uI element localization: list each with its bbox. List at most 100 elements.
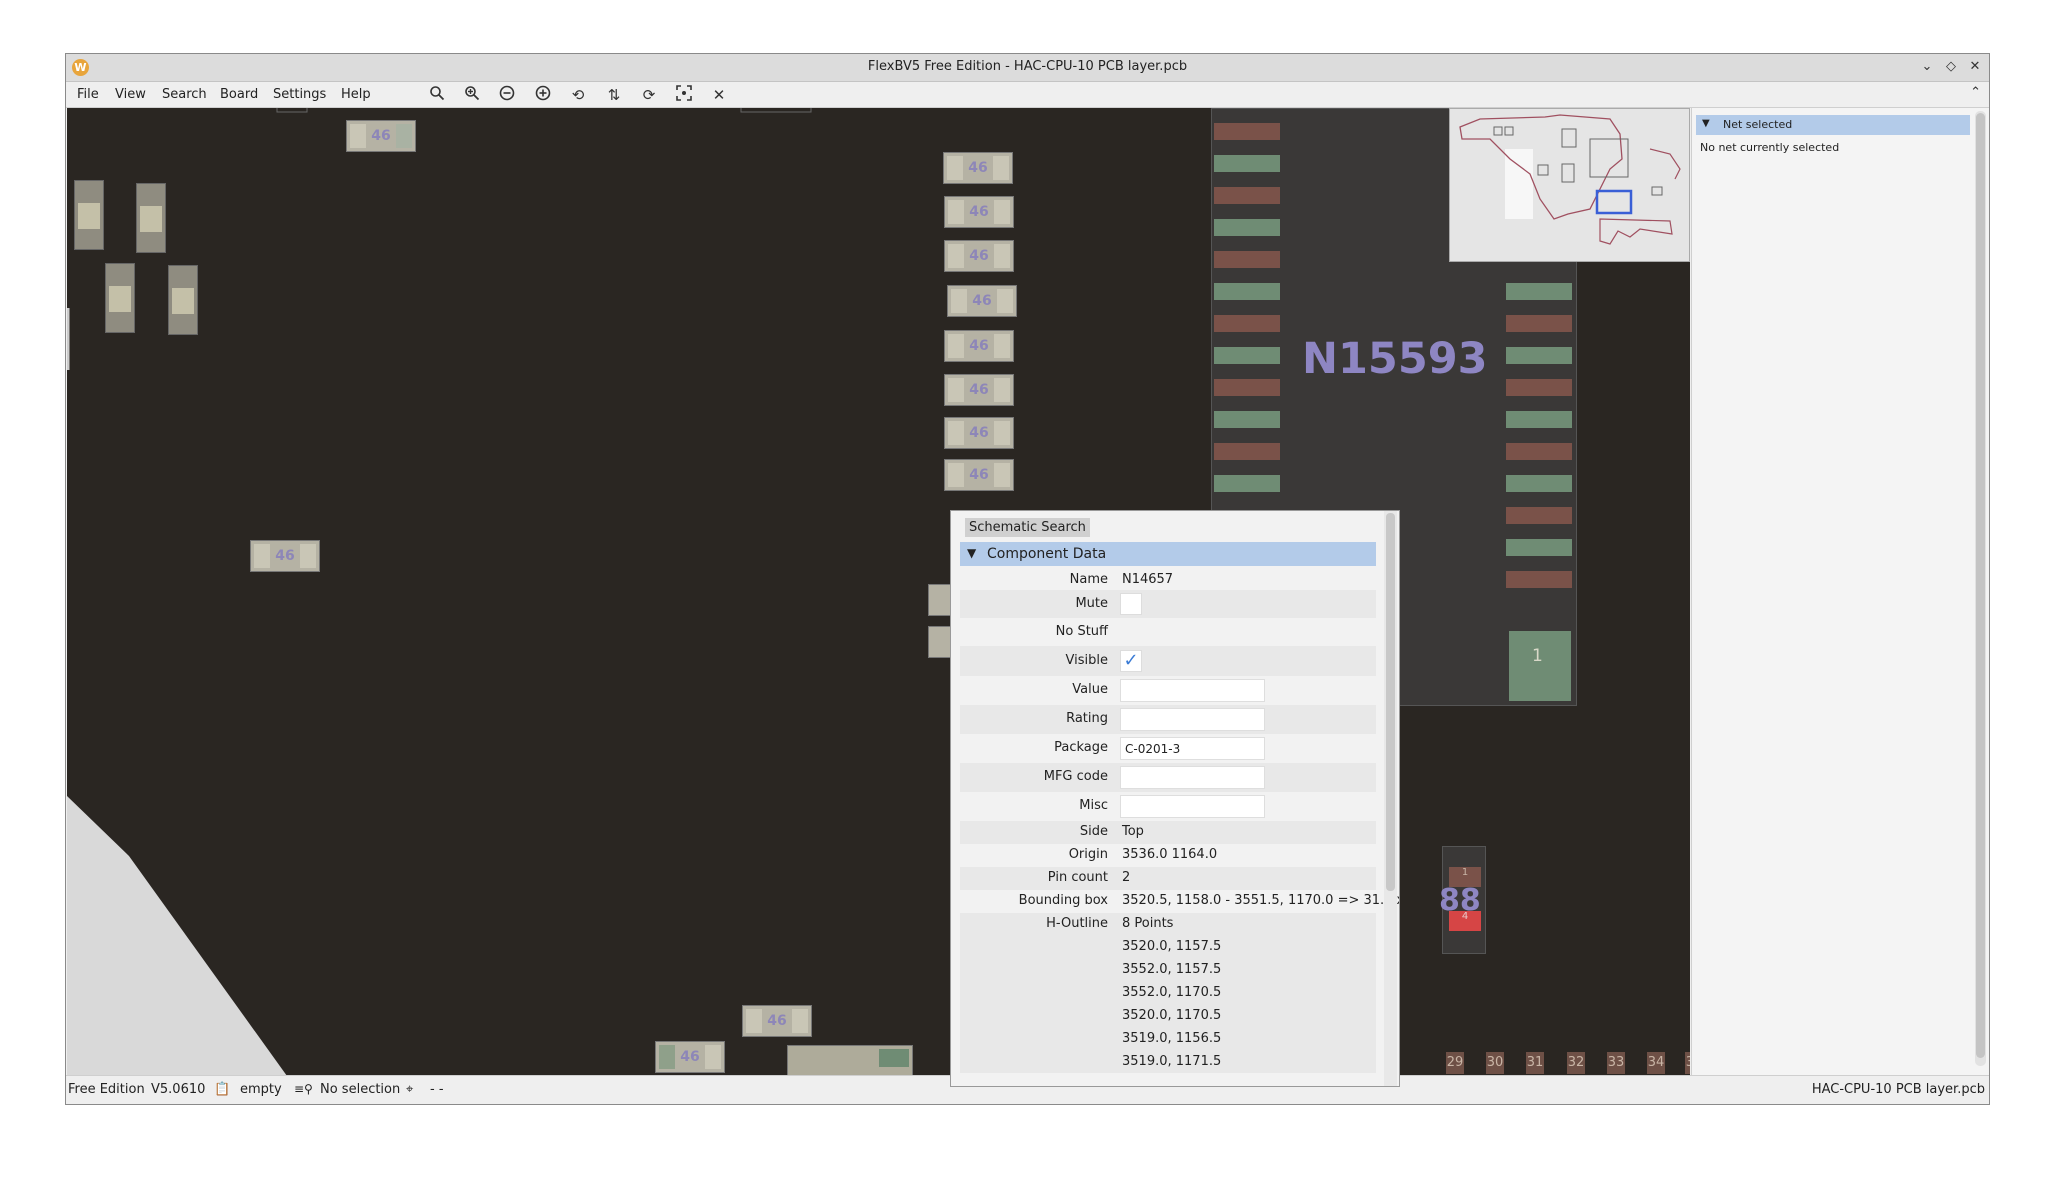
menu-view[interactable]: View: [115, 87, 146, 102]
field-label: Rating: [1066, 711, 1108, 726]
field-label: No Stuff: [1055, 624, 1108, 639]
component-data-header[interactable]: ▼ Component Data: [960, 542, 1376, 566]
outline-point: 3520.0, 1157.5: [1122, 939, 1222, 954]
zoom-out-icon[interactable]: [496, 85, 518, 105]
field-label: MFG code: [1043, 769, 1108, 784]
bounding-box-value: 3520.5, 1158.0 - 3551.5, 1170.0 => 31.0 …: [1122, 893, 1399, 908]
component-part[interactable]: 1 4 88: [1439, 846, 1486, 954]
chip-label: 46: [972, 293, 992, 309]
outline-point: 3519.0, 1171.5: [1122, 1054, 1222, 1069]
part-label: 88: [1439, 883, 1481, 918]
rotate-ccw-icon[interactable]: ⟲: [567, 85, 589, 105]
component-chip[interactable]: 46: [944, 417, 1014, 449]
close-board-icon[interactable]: ✕: [708, 85, 730, 105]
mute-checkbox[interactable]: [1120, 593, 1142, 615]
menu-help[interactable]: Help: [341, 87, 371, 102]
version-label: V5.0610: [151, 1082, 206, 1097]
pin-number: 35: [1685, 1052, 1690, 1074]
net-selected-header[interactable]: ▼ Net selected: [1696, 115, 1970, 135]
flip-icon[interactable]: ⇅: [603, 85, 625, 105]
chip-label: 46: [969, 425, 989, 441]
chip-label: 46: [680, 1049, 700, 1065]
collapse-triangle-icon: ▼: [967, 546, 977, 560]
menu-file[interactable]: File: [77, 87, 99, 102]
pin-count-value: 2: [1122, 870, 1131, 885]
chip-label: 46: [371, 128, 391, 144]
minimize-icon[interactable]: ⌄: [1917, 57, 1937, 77]
rotate-cw-icon[interactable]: ⟳: [638, 85, 660, 105]
chip-label: 46: [767, 1013, 787, 1029]
mfg-code-input[interactable]: [1120, 766, 1265, 789]
misc-input[interactable]: [1120, 795, 1265, 818]
pin-number: 33: [1607, 1052, 1625, 1074]
chip-label: 46: [969, 248, 989, 264]
package-input[interactable]: C-0201-3: [1120, 737, 1265, 760]
component-chip[interactable]: 46: [944, 240, 1014, 272]
component-data-title: Component Data: [987, 546, 1107, 562]
tab-schematic-search[interactable]: Schematic Search: [965, 518, 1090, 537]
menu-search[interactable]: Search: [162, 87, 207, 102]
component-name-value: N14657: [1122, 572, 1174, 587]
rating-input[interactable]: [1120, 708, 1265, 731]
menu-settings[interactable]: Settings: [273, 87, 326, 102]
net-status-text: No net currently selected: [1700, 141, 1840, 154]
net-header-label: Net selected: [1723, 118, 1793, 131]
value-input[interactable]: [1120, 679, 1265, 702]
net-panel: ▼ Net selected No net currently selected: [1691, 108, 1989, 1076]
outline-point: 3520.0, 1170.5: [1122, 1008, 1222, 1023]
component-data-panel: Schematic Search ▼ Component Data Name N…: [950, 510, 1400, 1087]
component-chip[interactable]: 46: [742, 1005, 812, 1037]
field-label: Value: [1072, 682, 1108, 697]
component-chip[interactable]: 46: [346, 120, 416, 152]
component-chip[interactable]: 46: [947, 285, 1017, 317]
pcb-canvas[interactable]: 46 46 46 46 46 46 46 46 46 46 46 46 N155…: [67, 108, 1690, 1076]
maximize-icon[interactable]: ◇: [1941, 57, 1961, 77]
component-chip[interactable]: 46: [655, 1041, 725, 1073]
board-minimap[interactable]: [1449, 108, 1690, 262]
component-chip[interactable]: 46: [944, 330, 1014, 362]
collapse-triangle-icon: ▼: [1702, 118, 1710, 129]
net-panel-scrollbar[interactable]: [1975, 111, 1986, 1066]
selection-icon: ≡⚲: [294, 1082, 313, 1096]
field-label: Name: [1069, 572, 1108, 587]
selection-status: No selection: [320, 1082, 401, 1097]
component-chip[interactable]: 46: [944, 459, 1014, 491]
field-label: Origin: [1068, 847, 1108, 862]
field-label: Visible: [1065, 653, 1108, 668]
no-stuff-checkbox[interactable]: [1120, 621, 1142, 643]
crosshair-icon: ⌖: [406, 1082, 414, 1097]
zoom-fit-icon[interactable]: [532, 85, 554, 105]
chip-label: 46: [969, 338, 989, 354]
h-outline-value: 8 Points: [1122, 916, 1174, 931]
component-chip[interactable]: 46: [944, 196, 1014, 228]
zoom-in-icon[interactable]: [461, 85, 483, 105]
field-label: Package: [1054, 740, 1108, 755]
component-chip[interactable]: [74, 180, 104, 250]
field-label: Misc: [1079, 798, 1108, 813]
zoom-icon[interactable]: [426, 85, 448, 105]
close-window-icon[interactable]: ✕: [1965, 57, 1985, 77]
chip-label: 46: [969, 382, 989, 398]
clipboard-status: empty: [240, 1082, 282, 1097]
fullscreen-icon[interactable]: [673, 85, 695, 105]
component-chip[interactable]: 46: [943, 152, 1013, 184]
field-label: Pin count: [1047, 870, 1108, 885]
collapse-up-icon[interactable]: ⌃: [1970, 85, 1981, 100]
component-chip[interactable]: [105, 263, 135, 333]
component-chip[interactable]: 46: [944, 374, 1014, 406]
field-label: Side: [1079, 824, 1108, 839]
component-chip[interactable]: [787, 1045, 913, 1076]
pin-number: 30: [1486, 1052, 1504, 1074]
visible-checkbox[interactable]: ✓: [1120, 650, 1142, 672]
outline-point: 3519.0, 1156.5: [1122, 1031, 1222, 1046]
title-bar: W FlexBV5 Free Edition - HAC-CPU-10 PCB …: [66, 54, 1989, 82]
component-chip[interactable]: 46: [250, 540, 320, 572]
pin-number: 29: [1446, 1052, 1464, 1074]
menu-board[interactable]: Board: [220, 87, 258, 102]
chip-label: 46: [969, 204, 989, 220]
component-chip[interactable]: [136, 183, 166, 253]
clipboard-icon: 📋: [214, 1082, 231, 1097]
chip-label: 46: [968, 160, 988, 176]
panel-scrollbar[interactable]: [1384, 511, 1397, 1086]
component-chip[interactable]: [168, 265, 198, 335]
